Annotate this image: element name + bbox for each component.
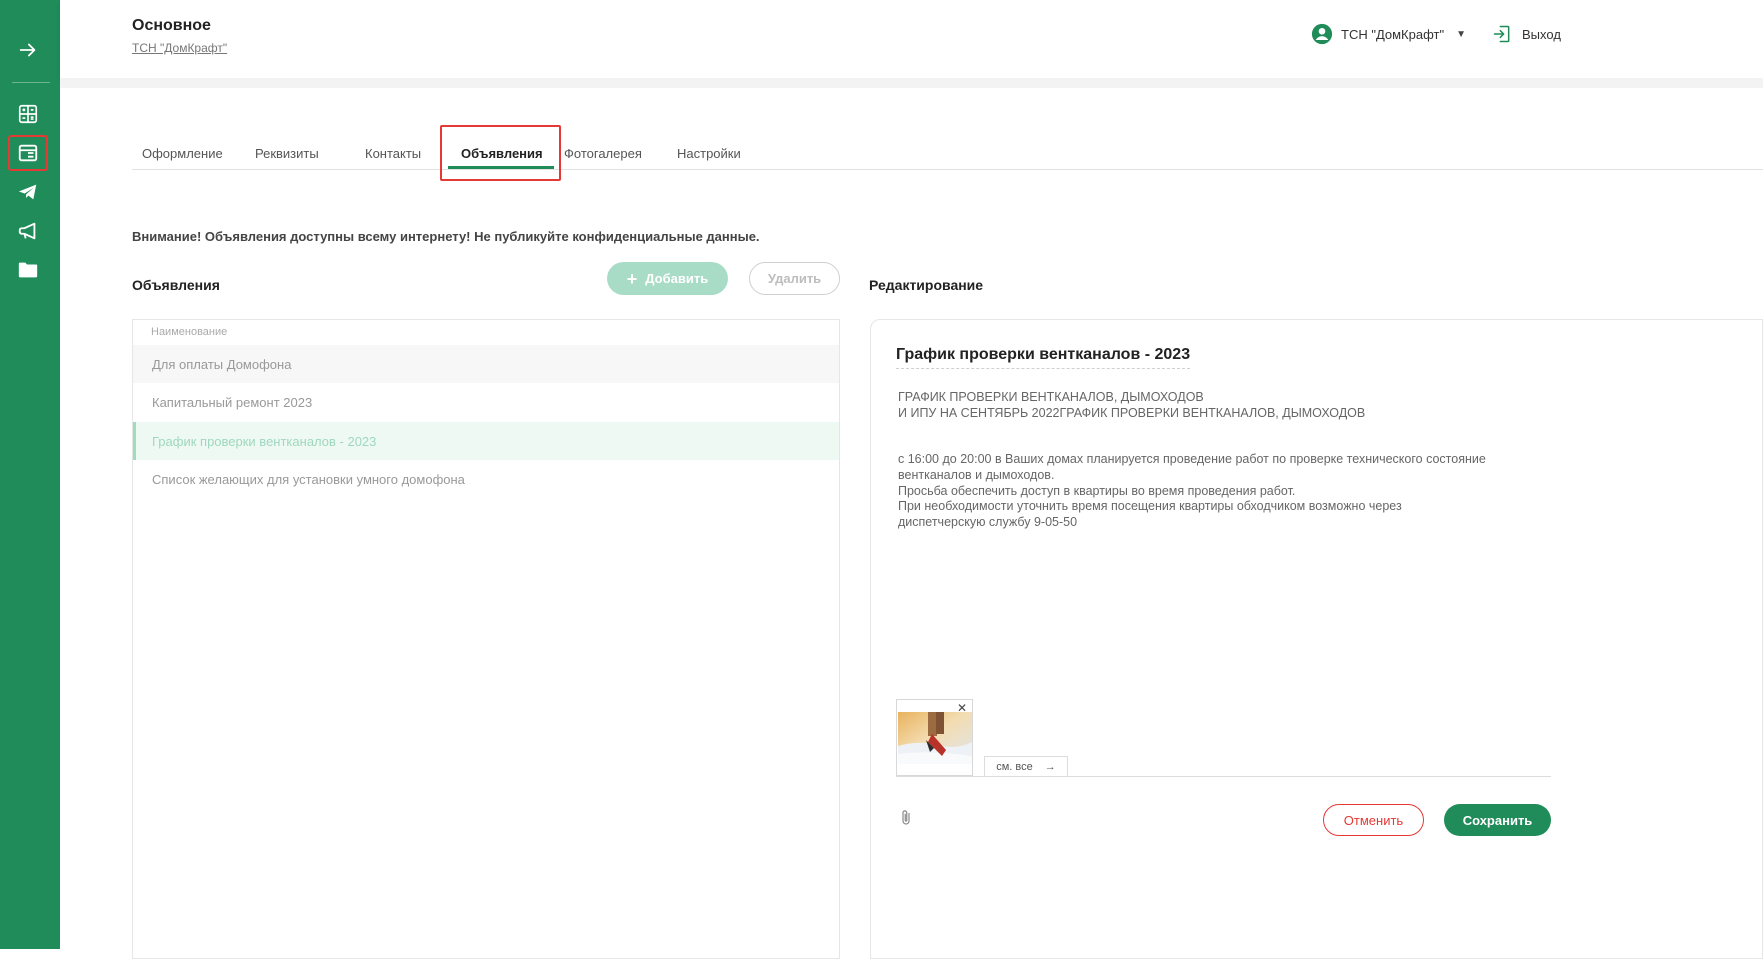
privacy-warning: Внимание! Объявления доступны всему инте… — [132, 229, 760, 244]
header-divider — [60, 78, 1763, 88]
remove-attachment-icon[interactable]: ✕ — [957, 701, 967, 715]
body-line — [898, 421, 1558, 437]
tab-bar: Оформление Реквизиты Контакты Объявления… — [132, 137, 1763, 170]
attachments-divider — [896, 776, 1551, 777]
calculator-icon[interactable] — [8, 96, 48, 132]
tab-settings[interactable]: Настройки — [677, 146, 741, 161]
cancel-button-label: Отменить — [1343, 812, 1404, 828]
delete-button-label: Удалить — [767, 271, 822, 286]
see-all-label: см. все — [996, 760, 1033, 773]
tab-design[interactable]: Оформление — [142, 146, 223, 161]
sidebar — [0, 0, 60, 949]
announcement-list: Наименование Для оплаты Домофона Капитал… — [132, 319, 840, 959]
user-menu[interactable]: ТСН "ДомКрафт" ▼ — [1311, 23, 1466, 45]
tab-contacts[interactable]: Контакты — [365, 146, 421, 161]
layout-icon[interactable] — [8, 135, 48, 171]
sidebar-divider — [12, 82, 50, 83]
caret-down-icon: ▼ — [1456, 28, 1466, 40]
announcement-title-input[interactable]: График проверки вентканалов - 2023 — [896, 346, 1191, 369]
tab-highlight-box — [440, 125, 561, 181]
body-line: При необходимости уточнить время посещен… — [898, 499, 1402, 514]
expand-arrow-icon[interactable] — [8, 32, 48, 68]
column-header-name: Наименование — [151, 326, 228, 338]
tab-requisites[interactable]: Реквизиты — [255, 146, 319, 161]
list-item-label: График проверки вентканалов - 2023 — [152, 433, 377, 449]
cancel-button[interactable]: Отменить — [1323, 804, 1424, 836]
logout-label: Выход — [1522, 26, 1561, 42]
list-item-label: Капитальный ремонт 2023 — [152, 394, 313, 410]
body-line: И ИПУ НА СЕНТЯБРЬ 2022ГРАФИК ПРОВЕРКИ ВЕ… — [898, 405, 1366, 420]
body-line: ГРАФИК ПРОВЕРКИ ВЕНТКАНАЛОВ, ДЫМОХОДОВ — [898, 390, 1204, 404]
body-line: вентканалов и дымоходов. — [898, 467, 1055, 482]
add-button[interactable]: + Добавить — [607, 262, 728, 295]
logout-icon — [1493, 25, 1510, 43]
plus-icon: + — [626, 268, 638, 289]
list-item[interactable]: Капитальный ремонт 2023 — [133, 383, 839, 421]
see-all-button[interactable]: см. все → — [984, 756, 1068, 777]
org-link[interactable]: ТСН "ДомКрафт" — [132, 41, 227, 55]
paperclip-icon[interactable] — [897, 807, 915, 834]
logout-button[interactable]: Выход — [1492, 24, 1561, 44]
user-avatar-icon — [1311, 23, 1333, 45]
tab-photo-gallery[interactable]: Фотогалерея — [564, 146, 642, 161]
editor-section-title: Редактирование — [869, 277, 984, 293]
list-item[interactable]: Для оплаты Домофона — [133, 345, 839, 383]
delete-button[interactable]: Удалить — [749, 262, 840, 295]
save-button-label: Сохранить — [1462, 812, 1533, 828]
list-section-title: Объявления — [132, 277, 220, 293]
save-button[interactable]: Сохранить — [1444, 804, 1551, 836]
user-name: ТСН "ДомКрафт" — [1341, 26, 1445, 42]
snow-shovel-photo — [898, 712, 972, 764]
body-line: Просьба обеспечить доступ в квартиры во … — [898, 483, 1296, 498]
telegram-icon[interactable] — [8, 174, 48, 210]
add-button-label: Добавить — [645, 271, 709, 286]
body-line: с 16:00 до 20:00 в Ваших домах планирует… — [898, 452, 1486, 467]
announcement-body-editor[interactable]: ГРАФИК ПРОВЕРКИ ВЕНТКАНАЛОВ, ДЫМОХОДОВ И… — [898, 390, 1558, 530]
list-item-label: Список желающих для установки умного дом… — [152, 471, 465, 487]
page-title: Основное — [132, 17, 211, 34]
list-item[interactable]: Список желающих для установки умного дом… — [133, 460, 839, 498]
body-line: диспетчерскую службу 9-05-50 — [898, 514, 1078, 529]
list-item-selected[interactable]: График проверки вентканалов - 2023 — [133, 422, 839, 460]
folder-icon[interactable] — [8, 252, 48, 288]
list-item-label: Для оплаты Домофона — [152, 356, 292, 372]
body-line — [898, 437, 1558, 453]
arrow-right-icon: → — [1044, 760, 1056, 773]
megaphone-icon[interactable] — [8, 213, 48, 249]
